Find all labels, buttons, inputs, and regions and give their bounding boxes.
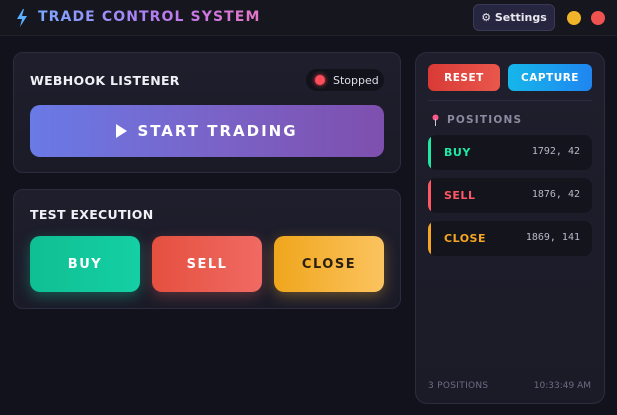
title-bar: TRADE CONTROL SYSTEM ⚙ Settings <box>0 0 617 36</box>
webhook-listener-title: WEBHOOK LISTENER <box>30 73 180 88</box>
test-execution-title: TEST EXECUTION <box>30 207 154 222</box>
lightning-icon <box>17 9 27 27</box>
position-coords: 1869, 141 <box>525 232 580 243</box>
close-window-button[interactable] <box>591 11 605 25</box>
position-coords: 1792, 42 <box>531 146 580 157</box>
buy-button[interactable]: BUY <box>30 236 140 292</box>
app-title: TRADE CONTROL SYSTEM <box>38 9 261 25</box>
start-trading-button[interactable]: START TRADING <box>30 105 384 157</box>
positions-header: POSITIONS <box>432 112 522 128</box>
position-accent-bar <box>428 178 431 213</box>
status-indicator-icon <box>315 75 325 85</box>
position-accent-bar <box>428 135 431 170</box>
pin-icon <box>432 114 439 126</box>
capture-button[interactable]: CAPTURE <box>508 64 592 91</box>
position-type: SELL <box>444 189 476 202</box>
reset-button[interactable]: RESET <box>428 64 500 91</box>
position-type: BUY <box>444 146 471 159</box>
close-position-button[interactable]: CLOSE <box>274 236 384 292</box>
position-coords: 1876, 42 <box>531 189 580 200</box>
play-icon <box>116 124 128 138</box>
start-trading-label: START TRADING <box>137 122 298 140</box>
minimize-button[interactable] <box>567 11 581 25</box>
positions-header-label: POSITIONS <box>447 114 523 126</box>
status-badge: Stopped <box>306 69 384 91</box>
list-item[interactable]: CLOSE 1869, 141 <box>428 221 592 256</box>
list-item[interactable]: SELL 1876, 42 <box>428 178 592 213</box>
timestamp: 10:33:49 AM <box>533 381 591 391</box>
sell-button[interactable]: SELL <box>152 236 262 292</box>
divider <box>428 100 592 101</box>
list-item[interactable]: BUY 1792, 42 <box>428 135 592 170</box>
settings-button[interactable]: ⚙ Settings <box>473 4 555 31</box>
status-text: Stopped <box>333 73 379 87</box>
positions-count: 3 POSITIONS <box>428 381 489 391</box>
position-accent-bar <box>428 221 431 256</box>
position-type: CLOSE <box>444 232 486 245</box>
